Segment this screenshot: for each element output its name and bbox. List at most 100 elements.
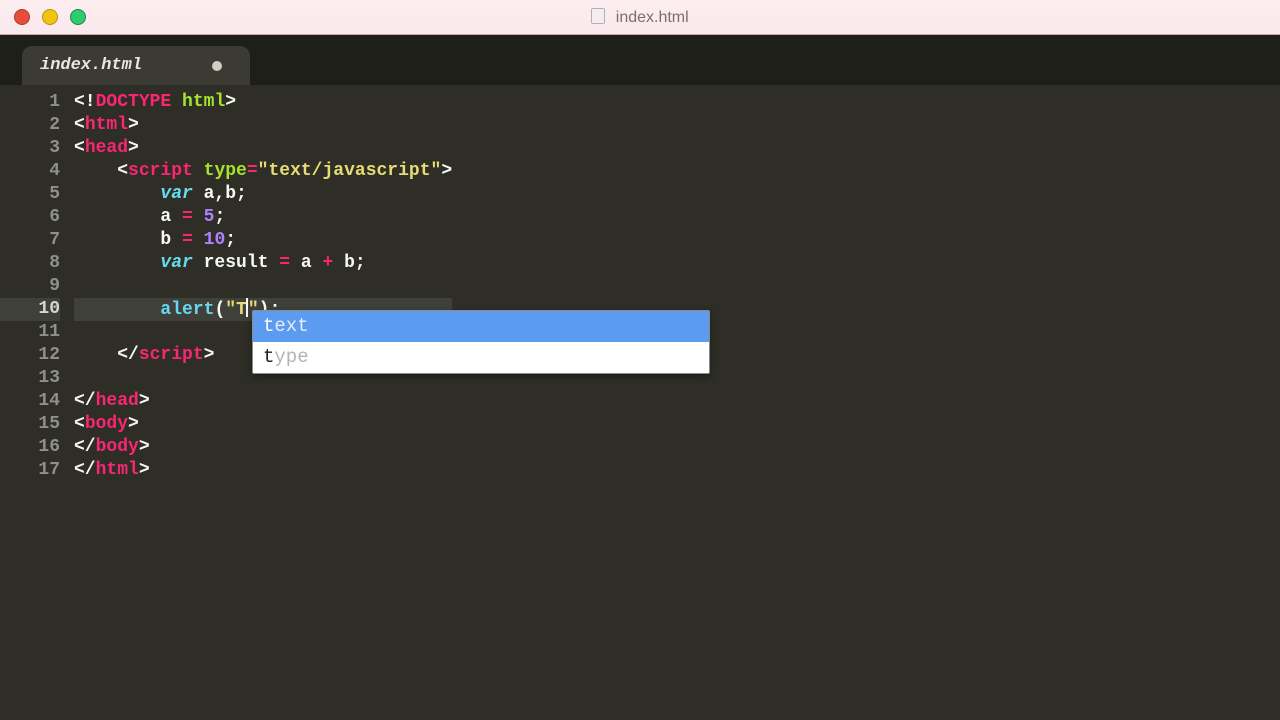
code-line[interactable]: <script type="text/javascript"> (74, 160, 452, 183)
gutter-line-number: 10 (0, 298, 60, 321)
token-num: 10 (204, 230, 226, 250)
code-line[interactable]: <html> (74, 114, 452, 137)
tab-bar: index.html (0, 35, 1280, 85)
code-editor[interactable]: 1234567891011121314151617 <!DOCTYPE html… (0, 85, 1280, 720)
token-punc: a,b; (193, 184, 247, 204)
code-line[interactable]: <body> (74, 413, 452, 436)
token-num: 5 (204, 207, 215, 227)
window-close-button[interactable] (14, 9, 30, 25)
token-punc: > (139, 460, 150, 480)
token-punc: < (74, 138, 85, 158)
tab-filename: index.html (40, 56, 142, 75)
token-punc: < (74, 161, 128, 181)
token-tag: head (85, 138, 128, 158)
token-punc: </ (74, 345, 139, 365)
gutter-line-number: 4 (0, 160, 60, 183)
autocomplete-match: t (263, 315, 274, 337)
code-line[interactable]: a = 5; (74, 206, 452, 229)
token-punc (74, 253, 160, 273)
token-punc: </ (74, 460, 96, 480)
token-op: + (322, 253, 333, 273)
autocomplete-rest: ext (274, 315, 308, 337)
token-punc: > (128, 138, 139, 158)
code-line[interactable]: <!DOCTYPE html> (74, 91, 452, 114)
code-line[interactable]: </html> (74, 459, 452, 482)
code-line[interactable]: <head> (74, 137, 452, 160)
gutter-line-number: 6 (0, 206, 60, 229)
token-fn: alert (160, 300, 214, 320)
gutter-line-number: 3 (0, 137, 60, 160)
token-punc (74, 300, 160, 320)
token-punc (193, 161, 204, 181)
gutter-line-number: 11 (0, 321, 60, 344)
code-area[interactable]: <!DOCTYPE html><html><head> <script type… (70, 85, 452, 720)
token-str: "T (225, 300, 247, 320)
token-punc: > (225, 92, 236, 112)
window-title: index.html (0, 8, 1280, 27)
token-op: = (182, 207, 193, 227)
token-punc (74, 184, 160, 204)
token-tag: script (139, 345, 204, 365)
token-punc: ; (225, 230, 236, 250)
gutter-line-number: 12 (0, 344, 60, 367)
window-titlebar: index.html (0, 0, 1280, 35)
token-punc: b; (333, 253, 365, 273)
token-punc: > (128, 115, 139, 135)
token-punc: < (74, 414, 85, 434)
gutter-line-number: 17 (0, 459, 60, 482)
window-zoom-button[interactable] (70, 9, 86, 25)
token-punc: <! (74, 92, 96, 112)
code-line[interactable]: var result = a + b; (74, 252, 452, 275)
tab-index-html[interactable]: index.html (22, 46, 250, 85)
autocomplete-item[interactable]: text (253, 311, 709, 342)
token-tag: body (96, 437, 139, 457)
token-punc: result (193, 253, 279, 273)
gutter-line-number: 16 (0, 436, 60, 459)
token-punc: a (74, 207, 182, 227)
token-attr: html (182, 92, 225, 112)
gutter: 1234567891011121314151617 (0, 85, 70, 720)
code-line[interactable] (74, 275, 452, 298)
window-title-text: index.html (616, 9, 689, 26)
autocomplete-match: t (263, 346, 274, 368)
token-kw: var (160, 253, 192, 273)
token-punc: </ (74, 437, 96, 457)
token-tag: script (128, 161, 193, 181)
code-line[interactable]: var a,b; (74, 183, 452, 206)
code-line[interactable]: </head> (74, 390, 452, 413)
document-icon (591, 8, 605, 24)
gutter-line-number: 7 (0, 229, 60, 252)
token-kw: var (160, 184, 192, 204)
token-tag: html (85, 115, 128, 135)
token-punc: </ (74, 391, 96, 411)
token-tag: body (85, 414, 128, 434)
traffic-lights (14, 9, 86, 25)
gutter-line-number: 9 (0, 275, 60, 298)
token-punc: > (204, 345, 215, 365)
gutter-line-number: 1 (0, 91, 60, 114)
token-str: "text/javascript" (258, 161, 442, 181)
token-tag: head (96, 391, 139, 411)
token-punc: ; (214, 207, 225, 227)
token-tag: html (96, 460, 139, 480)
token-punc: b (74, 230, 182, 250)
code-line[interactable]: b = 10; (74, 229, 452, 252)
gutter-line-number: 14 (0, 390, 60, 413)
window-minimize-button[interactable] (42, 9, 58, 25)
token-punc: ( (214, 300, 225, 320)
autocomplete-item[interactable]: type (253, 342, 709, 373)
token-op: = (247, 161, 258, 181)
autocomplete-rest: ype (274, 346, 308, 368)
token-punc: > (441, 161, 452, 181)
code-line[interactable]: </body> (74, 436, 452, 459)
gutter-line-number: 13 (0, 367, 60, 390)
token-punc (171, 92, 182, 112)
gutter-line-number: 15 (0, 413, 60, 436)
token-op: = (182, 230, 193, 250)
token-punc: > (139, 437, 150, 457)
autocomplete-popup[interactable]: texttype (252, 310, 710, 374)
token-punc: a (290, 253, 322, 273)
token-attr: type (204, 161, 247, 181)
gutter-line-number: 5 (0, 183, 60, 206)
token-punc: < (74, 115, 85, 135)
